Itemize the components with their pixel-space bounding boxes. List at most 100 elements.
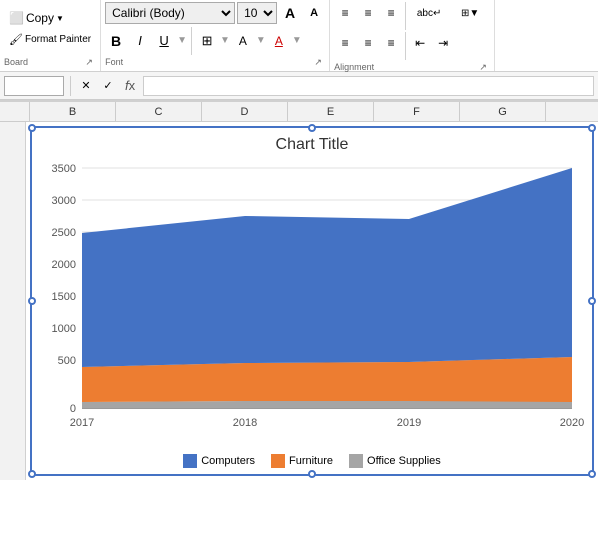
bold-button[interactable]: B xyxy=(105,30,127,52)
alignment-section: ≡ ≡ ≡ abc↵ ⊞▼ ≡ ≡ ≡ ⇤ ⇥ Alignment ↗ xyxy=(330,0,495,71)
name-box[interactable] xyxy=(4,76,64,96)
chart-title: Chart Title xyxy=(32,128,592,158)
main-row: Chart Title 3500 xyxy=(0,122,598,480)
font-color-button[interactable]: A xyxy=(268,30,290,52)
underline-button[interactable]: U xyxy=(153,30,175,52)
svg-text:1500: 1500 xyxy=(52,291,76,303)
font-size-select[interactable]: 10 xyxy=(237,2,277,24)
computers-area xyxy=(82,168,572,367)
highlight-icon: A xyxy=(239,34,247,48)
legend-label-furniture: Furniture xyxy=(289,455,333,467)
handle-br[interactable] xyxy=(588,470,596,478)
col-header-rest xyxy=(546,102,598,121)
fill-color-button[interactable]: A xyxy=(232,30,254,52)
font-section: Calibri (Body) 10 A A B I U ▼ ⊞ ▼ A ▼ xyxy=(101,0,330,71)
italic-button[interactable]: I xyxy=(129,30,151,52)
svg-text:1000: 1000 xyxy=(52,323,76,335)
svg-text:2000: 2000 xyxy=(52,259,76,271)
format-painter-button[interactable]: 🖌 Format Painter xyxy=(4,29,96,49)
alignment-section-footer: Alignment ↗ xyxy=(334,60,490,74)
chart-container[interactable]: Chart Title 3500 xyxy=(30,126,594,476)
clipboard-label: Board xyxy=(4,57,28,67)
borders-dropdown[interactable]: ▼ xyxy=(220,35,230,46)
wrap-text-button[interactable]: abc↵ xyxy=(409,2,449,24)
handle-mr[interactable] xyxy=(588,297,596,305)
align-top-right-button[interactable]: ≡ xyxy=(380,2,402,24)
font-color-dropdown[interactable]: ▼ xyxy=(292,35,302,46)
svg-text:2500: 2500 xyxy=(52,227,76,239)
font-shrink-button[interactable]: A xyxy=(303,2,325,24)
col-header-e[interactable]: E xyxy=(288,102,374,121)
handle-tm[interactable] xyxy=(308,124,316,132)
insert-function-button[interactable]: fx xyxy=(121,77,139,95)
handle-bl[interactable] xyxy=(28,470,36,478)
font-label: Font xyxy=(105,57,123,67)
formula-divider xyxy=(70,76,71,96)
clipboard-section-footer: Board ↗ xyxy=(4,55,96,69)
svg-text:2017: 2017 xyxy=(70,417,94,429)
handle-ml[interactable] xyxy=(28,297,36,305)
font-section-footer: Font ↗ xyxy=(105,55,325,69)
sheet-area: B C D E F G Chart Title xyxy=(0,102,598,480)
font-grow-button[interactable]: A xyxy=(279,2,301,24)
handle-bm[interactable] xyxy=(308,470,316,478)
corner-cell xyxy=(0,102,30,121)
svg-text:3500: 3500 xyxy=(52,163,76,175)
legend-label-computers: Computers xyxy=(201,455,255,467)
col-header-f[interactable]: F xyxy=(374,102,460,121)
underline-dropdown[interactable]: ▼ xyxy=(177,35,187,46)
legend-swatch-computers xyxy=(183,454,197,468)
borders-button[interactable]: ⊞ xyxy=(196,30,218,52)
legend-item-furniture: Furniture xyxy=(271,454,333,468)
chart-svg: 3500 3000 2500 2000 1500 1000 500 0 xyxy=(32,158,592,448)
ribbon-extra xyxy=(495,0,598,71)
align-right-button[interactable]: ≡ xyxy=(380,32,402,54)
decrease-indent-button[interactable]: ⇤ xyxy=(409,32,431,54)
fill-dropdown[interactable]: ▼ xyxy=(256,35,266,46)
merge-button[interactable]: ⊞▼ xyxy=(450,2,490,24)
copy-icon: ⬜ xyxy=(9,11,24,25)
clipboard-section: ⬜ Copy ▼ 🖌 Format Painter Board ↗ xyxy=(0,0,101,71)
svg-text:500: 500 xyxy=(58,355,76,367)
svg-text:3000: 3000 xyxy=(52,195,76,207)
chart-wrapper: Chart Title 3500 xyxy=(26,122,598,480)
align-divider2 xyxy=(405,32,406,60)
copy-button[interactable]: ⬜ Copy ▼ xyxy=(4,8,96,28)
col-header-c[interactable]: C xyxy=(116,102,202,121)
font-expand-button[interactable]: ↗ xyxy=(311,55,325,69)
column-headers-row: B C D E F G xyxy=(0,102,598,122)
svg-text:2018: 2018 xyxy=(233,417,257,429)
align-left-button[interactable]: ≡ xyxy=(334,32,356,54)
legend-swatch-furniture xyxy=(271,454,285,468)
legend-item-office-supplies: Office Supplies xyxy=(349,454,441,468)
legend-swatch-office-supplies xyxy=(349,454,363,468)
clipboard-expand-button[interactable]: ↗ xyxy=(82,55,96,69)
office-supplies-area xyxy=(82,401,572,408)
align-top-left-button[interactable]: ≡ xyxy=(334,2,356,24)
svg-text:0: 0 xyxy=(70,403,76,415)
font-name-select[interactable]: Calibri (Body) xyxy=(105,2,235,24)
divider1 xyxy=(191,27,192,55)
handle-tl[interactable] xyxy=(28,124,36,132)
align-center-button[interactable]: ≡ xyxy=(357,32,379,54)
svg-text:2019: 2019 xyxy=(397,417,421,429)
formula-input[interactable] xyxy=(143,76,594,96)
cancel-formula-button[interactable]: ✕ xyxy=(77,77,95,95)
align-divider1 xyxy=(405,2,406,30)
align-top-center-button[interactable]: ≡ xyxy=(357,2,379,24)
ribbon: ⬜ Copy ▼ 🖌 Format Painter Board ↗ Calibr… xyxy=(0,0,598,102)
alignment-label: Alignment xyxy=(334,62,374,72)
increase-indent-button[interactable]: ⇥ xyxy=(432,32,454,54)
legend-item-computers: Computers xyxy=(183,454,255,468)
format-painter-icon: 🖌 xyxy=(9,33,23,46)
col-header-g[interactable]: G xyxy=(460,102,546,121)
alignment-expand-button[interactable]: ↗ xyxy=(476,60,490,74)
row-numbers xyxy=(0,122,26,480)
col-header-d[interactable]: D xyxy=(202,102,288,121)
col-header-b[interactable]: B xyxy=(30,102,116,121)
copy-dropdown-arrow: ▼ xyxy=(56,14,64,23)
legend-label-office-supplies: Office Supplies xyxy=(367,455,441,467)
handle-tr[interactable] xyxy=(588,124,596,132)
confirm-formula-button[interactable]: ✓ xyxy=(99,77,117,95)
formula-bar: ✕ ✓ fx xyxy=(0,72,598,100)
